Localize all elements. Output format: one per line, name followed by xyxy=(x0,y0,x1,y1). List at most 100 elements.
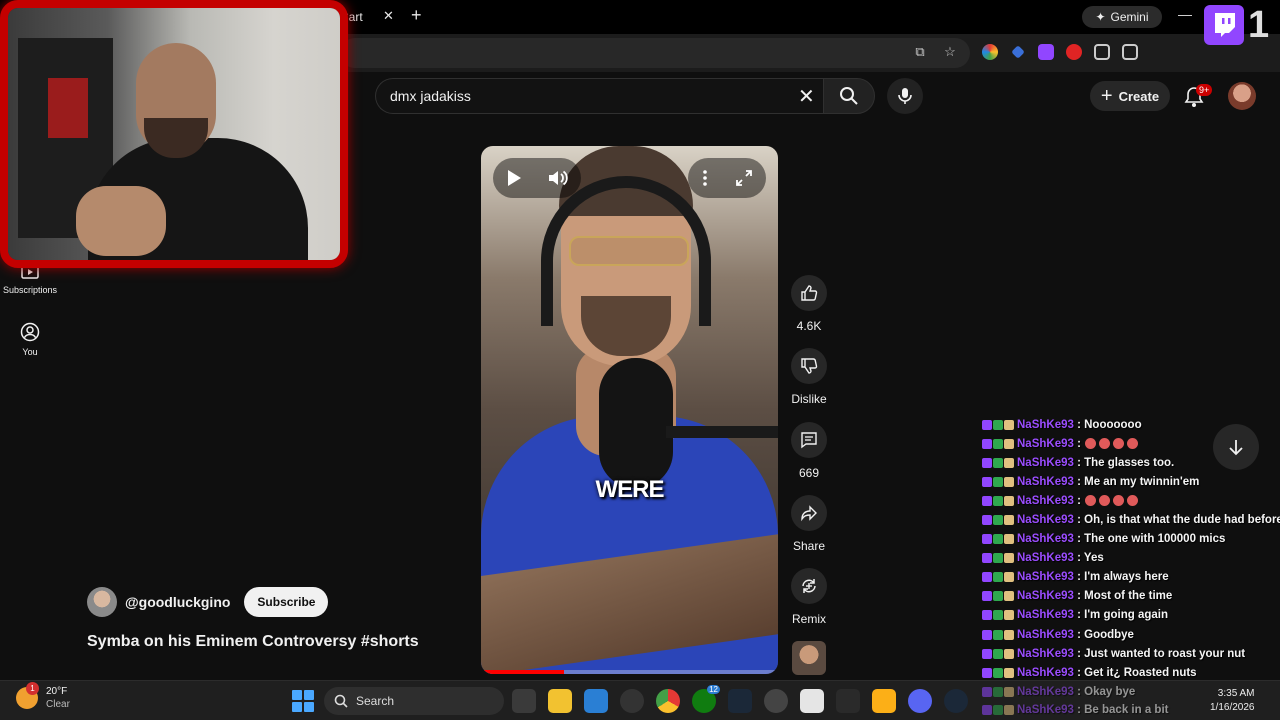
dislike-button-circle[interactable] xyxy=(791,348,827,384)
taskbar-apps: 12 xyxy=(512,685,968,713)
store-icon[interactable] xyxy=(584,689,608,713)
discord-icon[interactable] xyxy=(908,689,932,713)
comments-button[interactable]: 669 xyxy=(788,422,830,480)
twitch-logo-icon xyxy=(1204,5,1244,45)
fullscreen-icon[interactable] xyxy=(735,169,753,187)
account-avatar[interactable] xyxy=(1228,82,1256,110)
remix-button[interactable]: Remix xyxy=(788,568,830,626)
chat-badges xyxy=(982,705,1014,715)
volume-icon[interactable] xyxy=(548,169,568,187)
chat-username[interactable]: NaShKe93 xyxy=(1017,533,1074,545)
steam-icon[interactable] xyxy=(728,689,752,713)
chat-username[interactable]: NaShKe93 xyxy=(1017,495,1074,507)
video-top-right-controls xyxy=(688,158,766,198)
chat-text: : Just wanted to roast your nut xyxy=(1077,647,1246,660)
chat-username[interactable]: NaShKe93 xyxy=(1017,457,1074,469)
chat-username[interactable]: NaShKe93 xyxy=(1017,571,1074,583)
app-badge: 12 xyxy=(707,685,720,694)
obs-icon[interactable] xyxy=(620,689,644,713)
subscribe-button[interactable]: Subscribe xyxy=(244,587,329,617)
arrow-down-icon xyxy=(1229,440,1243,456)
epic-games-icon[interactable] xyxy=(836,689,860,713)
comment-icon xyxy=(801,432,817,449)
chat-username[interactable]: NaShKe93 xyxy=(1017,419,1074,431)
scroll-down-button[interactable] xyxy=(1213,424,1259,470)
chat-message: NaShKe93 : Most of the time xyxy=(982,587,1280,606)
bookmark-star-icon[interactable]: ☆ xyxy=(942,44,958,60)
taskview-icon[interactable] xyxy=(512,689,536,713)
gemini-button[interactable]: ✦ Gemini xyxy=(1082,6,1162,28)
screen: Cart ✕ + ✦ Gemini — ⧉ ☆ dmx jadakiss ✕ +… xyxy=(0,0,1280,720)
tab-close-icon[interactable]: ✕ xyxy=(383,8,394,24)
microphone-icon xyxy=(898,88,912,104)
new-tab-button[interactable]: + xyxy=(411,5,422,26)
chat-overlay-overflow: NaShKe93 : Okay bye NaShKe93 : Be back in… xyxy=(982,683,1182,719)
chat-badges xyxy=(982,572,1014,583)
play-icon[interactable] xyxy=(506,169,522,187)
chat-badge-icon xyxy=(993,610,1003,621)
video-progress-bar[interactable] xyxy=(481,670,778,674)
extension-color-icon[interactable] xyxy=(982,44,998,60)
channel-avatar[interactable] xyxy=(87,587,117,617)
chat-username[interactable]: NaShKe93 xyxy=(1017,590,1074,602)
rockstar-icon[interactable] xyxy=(872,689,896,713)
app-circle-icon[interactable] xyxy=(764,689,788,713)
share-button-circle[interactable] xyxy=(791,495,827,531)
chat-message: NaShKe93 : Me an my twinnin'em xyxy=(982,472,1280,491)
chat-username[interactable]: NaShKe93 xyxy=(1017,648,1074,660)
like-button-circle[interactable] xyxy=(791,275,827,311)
search-button[interactable] xyxy=(823,78,875,114)
chat-badge-icon xyxy=(1004,515,1014,526)
chat-username[interactable]: NaShKe93 xyxy=(1017,629,1074,641)
shorts-video-player[interactable]: WERE xyxy=(481,146,778,674)
7zip-icon[interactable] xyxy=(800,689,824,713)
comments-button-circle[interactable] xyxy=(791,422,827,458)
channel-handle[interactable]: @goodluckgino xyxy=(125,594,230,610)
chat-badge-icon xyxy=(1004,591,1014,602)
taskbar-search[interactable]: Search xyxy=(324,687,504,715)
chat-username[interactable]: NaShKe93 xyxy=(1017,609,1074,621)
video-title[interactable]: Symba on his Eminem Controversy #shorts xyxy=(87,633,419,651)
extension-diamond-icon[interactable] xyxy=(1011,45,1025,59)
chat-badge-icon xyxy=(993,687,1003,697)
xbox-icon[interactable]: 12 xyxy=(692,685,720,713)
more-options-icon[interactable] xyxy=(702,169,708,187)
chat-username[interactable]: NaShKe93 xyxy=(1017,552,1074,564)
chat-badge-icon xyxy=(993,667,1003,678)
weather-widget[interactable]: 1 20°F Clear xyxy=(16,682,70,711)
address-bar[interactable] xyxy=(340,38,970,68)
window-minimize-button[interactable]: — xyxy=(1178,6,1192,22)
file-explorer-icon[interactable] xyxy=(548,689,572,713)
share-button[interactable]: Share xyxy=(788,495,830,553)
chat-username[interactable]: NaShKe93 xyxy=(1017,704,1074,716)
voice-search-button[interactable] xyxy=(887,78,923,114)
chat-username[interactable]: NaShKe93 xyxy=(1017,514,1074,526)
dislike-button[interactable]: Dislike xyxy=(788,348,830,406)
chat-badges xyxy=(982,648,1014,659)
install-app-icon[interactable]: ⧉ xyxy=(912,44,928,60)
extension-twitch-icon[interactable] xyxy=(1038,44,1054,60)
chat-username[interactable]: NaShKe93 xyxy=(1017,476,1074,488)
audio-source-thumbnail[interactable] xyxy=(792,641,826,675)
sidebar-item-you[interactable]: You xyxy=(0,322,60,357)
search-input[interactable]: dmx jadakiss xyxy=(375,78,823,114)
chat-message: NaShKe93 : Yes xyxy=(982,549,1280,568)
video-progress-fill xyxy=(481,670,565,674)
search-icon xyxy=(840,87,858,105)
remix-button-circle[interactable] xyxy=(791,568,827,604)
chat-username[interactable]: NaShKe93 xyxy=(1017,438,1074,450)
taskbar-clock[interactable]: 3:35 AM 1/16/2026 xyxy=(1210,687,1255,715)
extension-red-icon[interactable] xyxy=(1066,44,1082,60)
extensions-puzzle-icon[interactable] xyxy=(1094,44,1110,60)
create-button[interactable]: + Create xyxy=(1090,81,1170,111)
clear-search-icon[interactable]: ✕ xyxy=(798,84,815,109)
chat-username[interactable]: NaShKe93 xyxy=(1017,686,1074,698)
windows-start-icon[interactable] xyxy=(292,690,314,712)
steam-tray-icon[interactable] xyxy=(944,689,968,713)
like-button[interactable]: 4.6K xyxy=(788,275,830,333)
chat-username[interactable]: NaShKe93 xyxy=(1017,667,1074,679)
chrome-icon[interactable] xyxy=(656,689,680,713)
chat-badges xyxy=(982,553,1014,564)
side-panel-icon[interactable] xyxy=(1122,44,1138,60)
chat-badge-icon xyxy=(993,438,1003,449)
